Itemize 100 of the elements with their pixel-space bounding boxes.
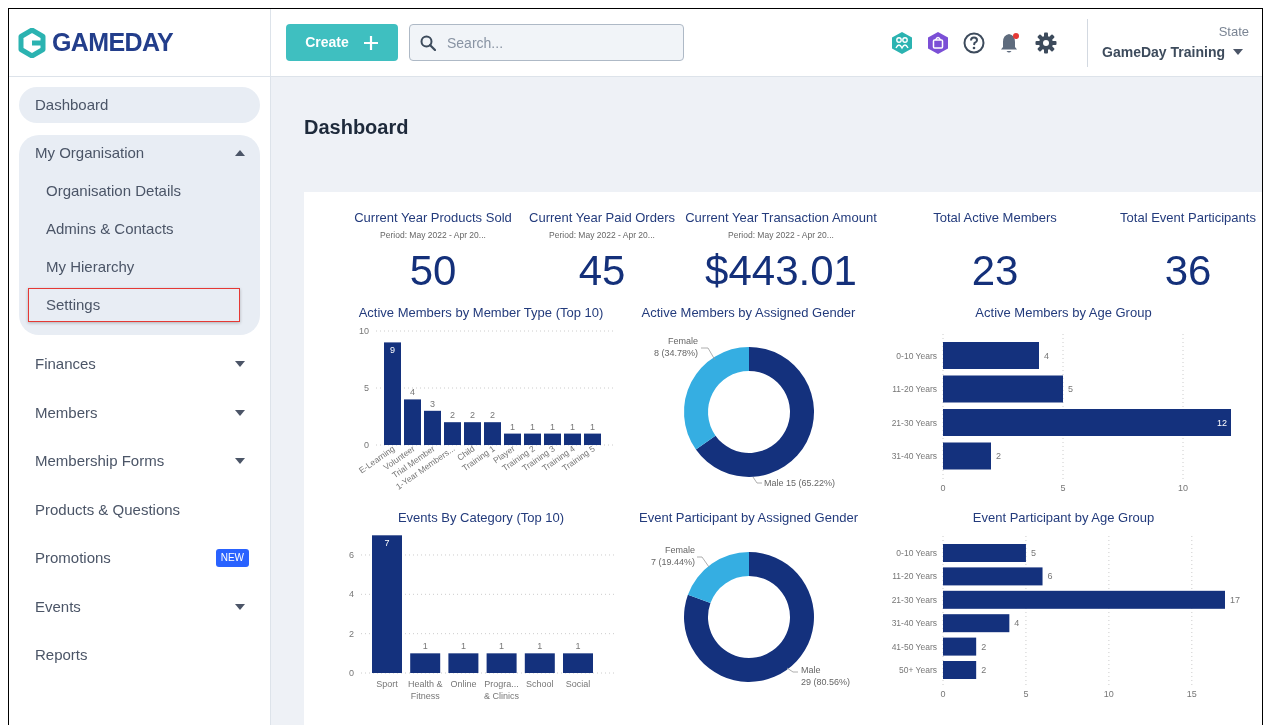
bag-icon[interactable] — [927, 30, 950, 55]
kpi-title: Total Event Participants — [1120, 210, 1256, 226]
sidebar-item[interactable]: Products & Questions — [19, 485, 260, 534]
category-label: 0-10 Years — [896, 548, 937, 558]
axis-tick-label: 2 — [349, 628, 354, 639]
data-label: 1 — [499, 641, 505, 652]
submenu-item[interactable]: Organisation Details — [28, 174, 240, 208]
kpi-period: Period: May 2022 - Apr 20... — [728, 229, 834, 241]
category-label: Progra... & Clinics — [484, 679, 520, 701]
submenu-item[interactable]: My Hierarchy — [28, 250, 240, 284]
submenu-item[interactable]: Admins & Contacts — [28, 212, 240, 246]
sidebar-item[interactable]: My Organisation — [19, 135, 260, 171]
axis-tick-label: 10 — [1103, 689, 1114, 699]
category-label: 41-50 Years — [891, 641, 937, 652]
axis-tick-label: 6 — [349, 549, 354, 560]
data-label: Male 15 (65.22%) — [764, 478, 836, 488]
bar — [504, 433, 521, 445]
plus-icon — [362, 34, 379, 51]
sidebar-item[interactable]: Members — [19, 388, 260, 437]
data-label: 7 — [384, 538, 390, 549]
kpi-title: Total Active Members — [933, 210, 1057, 226]
leader-line — [752, 476, 763, 484]
kpi-value: 36 — [1164, 249, 1212, 293]
data-label: 1 — [550, 421, 555, 432]
category-label: 11-20 Years — [892, 571, 937, 582]
page-title: Dashboard — [304, 115, 410, 139]
data-label: 2 — [490, 410, 495, 421]
bar — [584, 433, 601, 445]
axis-tick-label: 10 — [359, 326, 369, 336]
data-label: 2 — [981, 665, 987, 675]
bar — [943, 637, 977, 656]
category-label: 21-30 Years — [891, 594, 937, 605]
bar — [943, 442, 991, 470]
data-label: 1 — [537, 641, 543, 652]
kpi-title: Current Year Paid Orders — [529, 210, 675, 226]
category-label: Health & Fitness — [407, 679, 443, 701]
kpi-value: 23 — [971, 249, 1019, 293]
caret-down-icon — [1233, 49, 1243, 56]
sidebar-item[interactable]: Promotions NEW — [19, 534, 260, 583]
axis-tick-label: 4 — [349, 589, 354, 600]
axis-tick-label: 5 — [364, 383, 369, 393]
account-label: State — [1218, 23, 1249, 42]
data-label: Female 8 (34.78%) — [653, 336, 698, 358]
sidebar-item[interactable]: Dashboard — [19, 87, 260, 123]
data-label: Male 29 (80.56%) — [801, 665, 851, 687]
leader-line — [696, 556, 710, 568]
notification-icon[interactable] — [999, 31, 1022, 54]
help-icon[interactable] — [963, 31, 986, 54]
sidebar-item[interactable]: Membership Forms — [19, 437, 260, 486]
bar — [410, 653, 441, 673]
settings-icon[interactable] — [1035, 31, 1058, 54]
data-label: 2 — [470, 410, 475, 421]
axis-tick-label: 5 — [1023, 689, 1029, 699]
kpi-value: 45 — [578, 249, 626, 293]
kpi-period: Period: May 2022 - Apr 20... — [380, 229, 486, 241]
submenu-item[interactable]: Settings — [28, 288, 240, 322]
bar — [524, 653, 555, 673]
category-label: 50+ Years — [898, 665, 937, 675]
chart-title: Active Members by Member Type (Top 10) — [357, 304, 605, 322]
data-label: 1 — [570, 421, 575, 432]
logo-icon — [18, 27, 46, 58]
data-label: 1 — [510, 421, 515, 432]
chart-title: Active Members by Assigned Gender — [640, 304, 857, 322]
data-label: 1 — [460, 641, 466, 652]
category-label: Sport — [376, 679, 398, 689]
bar — [464, 422, 481, 445]
category-label: 21-30 Years — [891, 417, 937, 428]
bar — [563, 653, 593, 673]
data-label: 1 — [590, 421, 595, 432]
axis-tick-label: 15 — [1186, 689, 1197, 699]
leader-line — [700, 347, 716, 361]
bar — [448, 653, 479, 673]
kpi-value: $443.01 — [705, 249, 857, 293]
bar — [424, 410, 441, 445]
chart-title: Events By Category (Top 10) — [396, 509, 566, 527]
category-label: School — [526, 679, 554, 689]
search-field[interactable]: Search... — [409, 24, 684, 61]
logo-text: GAMEDAY — [52, 26, 174, 58]
account-selector[interactable]: GameDay Training — [1102, 41, 1243, 63]
axis-tick-label: 0 — [364, 440, 369, 450]
sidebar-item[interactable]: Reports — [19, 631, 260, 680]
axis-tick-label: 0 — [349, 668, 354, 678]
new-badge: NEW — [215, 549, 249, 568]
axis-tick-label: 5 — [1060, 483, 1066, 493]
sidebar-item[interactable]: Events — [19, 582, 260, 631]
category-label: Online — [450, 679, 477, 689]
team-icon[interactable] — [891, 30, 914, 55]
axis-tick-label: 0 — [940, 483, 946, 493]
bar — [943, 614, 1010, 633]
data-label: 17 — [1230, 594, 1240, 605]
data-label: 2 — [996, 451, 1001, 461]
data-label: 4 — [410, 387, 415, 398]
sidebar-item[interactable]: Finances — [19, 340, 260, 389]
kpi-title: Current Year Products Sold — [354, 210, 512, 226]
data-label: 3 — [430, 398, 435, 409]
data-label: 1 — [422, 641, 428, 652]
data-label: 2 — [981, 641, 987, 652]
data-label: 4 — [1014, 618, 1020, 629]
category-label: 11-20 Years — [892, 384, 937, 394]
data-label: 9 — [390, 345, 395, 356]
